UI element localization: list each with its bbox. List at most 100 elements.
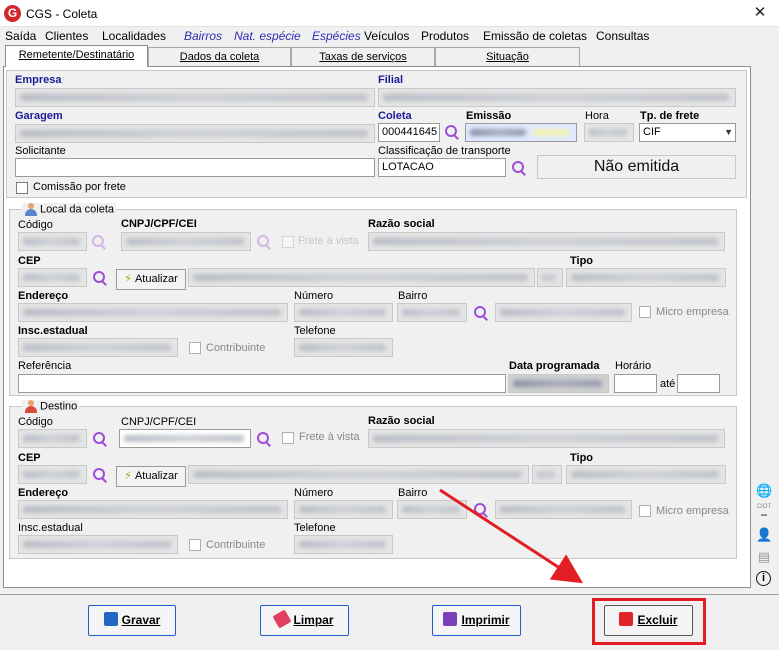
ds-codigo-field[interactable]	[18, 429, 87, 448]
lc-search-cnpj-icon[interactable]	[256, 234, 272, 250]
menu-item-emissao-coletas[interactable]: Emissão de coletas	[483, 29, 587, 43]
lc-ate-label: até	[660, 378, 676, 390]
imprimir-button[interactable]: Imprimir	[432, 605, 521, 636]
ds-endereco-field[interactable]	[18, 500, 288, 519]
ds-atualizar-button[interactable]: ⚡ Atualizar	[116, 466, 186, 487]
close-icon[interactable]: ✕	[748, 3, 772, 23]
lc-search-bairro-icon[interactable]	[473, 305, 489, 321]
ds-contribuinte-checkbox[interactable]	[189, 539, 201, 551]
menu-item-veiculos[interactable]: Veículos	[364, 29, 409, 43]
ds-cep-field[interactable]	[18, 465, 87, 484]
comissao-label: Comissão por frete	[33, 181, 126, 193]
lc-data-programada-field[interactable]	[508, 374, 609, 393]
lc-frete-vista-checkbox[interactable]	[282, 236, 294, 248]
filial-label: Filial	[378, 74, 404, 86]
ds-numero-field[interactable]	[294, 500, 393, 519]
lc-insc-label: Insc.estadual	[18, 325, 88, 337]
ds-tipo-field[interactable]	[566, 465, 726, 484]
lc-numero-field[interactable]	[294, 303, 393, 322]
ds-razao-label: Razão social	[368, 415, 435, 427]
lc-contribuinte-checkbox[interactable]	[189, 342, 201, 354]
lc-horario-fim-input[interactable]	[677, 374, 720, 393]
ds-razao-field[interactable]	[368, 429, 725, 448]
menu-item-nat-especie[interactable]: Nat. espécie	[234, 29, 301, 43]
ciot-icon[interactable]: CIOT ▬	[756, 503, 772, 519]
ds-contribuinte-label: Contribuinte	[206, 539, 266, 551]
ds-search-bairro-icon[interactable]	[473, 502, 489, 518]
ds-telefone-field[interactable]	[294, 535, 393, 554]
menu-bar: Saída Clientes Localidades Bairros Nat. …	[0, 27, 779, 45]
local-coleta-legend: Local da coleta	[22, 203, 116, 216]
lc-cidade-field[interactable]	[188, 268, 535, 287]
classificacao-field[interactable]: LOTACAO	[378, 158, 506, 177]
lc-telefone-field[interactable]	[294, 338, 393, 357]
ds-insc-label: Insc.estadual	[18, 522, 83, 534]
lc-endereco-field[interactable]	[18, 303, 288, 322]
tab-taxas-servicos[interactable]: Taxas de serviços	[291, 47, 435, 67]
lc-bairro-field[interactable]	[397, 303, 467, 322]
coleta-label: Coleta	[378, 110, 412, 122]
ds-micro-empresa-label: Micro empresa	[656, 505, 729, 517]
tab-situacao[interactable]: Situação	[435, 47, 580, 67]
ds-search-cep-icon[interactable]	[92, 467, 108, 483]
ds-micro-empresa-checkbox[interactable]	[639, 505, 651, 517]
ds-search-codigo-icon[interactable]	[92, 431, 108, 447]
solicitante-input[interactable]	[15, 158, 375, 177]
lc-razao-field[interactable]	[368, 232, 725, 251]
gravar-button[interactable]: Gravar	[88, 605, 176, 636]
empresa-label: Empresa	[15, 74, 62, 86]
lc-insc-field[interactable]	[18, 338, 178, 357]
lc-cep-field[interactable]	[18, 268, 87, 287]
comissao-checkbox[interactable]	[16, 182, 28, 194]
menu-item-consultas[interactable]: Consultas	[596, 29, 649, 43]
globe-icon[interactable]: 🌐	[756, 483, 772, 499]
lc-codigo-label: Código	[18, 219, 53, 231]
ds-uf-field[interactable]	[532, 465, 562, 484]
menu-item-clientes[interactable]: Clientes	[45, 29, 88, 43]
menu-item-bairros[interactable]: Bairros	[184, 29, 222, 43]
ds-tipo-label: Tipo	[570, 452, 594, 464]
ds-cidade-field[interactable]	[188, 465, 529, 484]
chevron-down-icon: ▼	[724, 127, 733, 137]
app-logo-icon: G	[4, 5, 21, 22]
menu-item-especies[interactable]: Espécies	[312, 29, 361, 43]
tab-dados-coleta[interactable]: Dados da coleta	[148, 47, 291, 67]
lc-uf-field[interactable]	[537, 268, 563, 287]
search-classificacao-icon[interactable]	[511, 160, 527, 176]
tab-remetente-destinatario[interactable]: Remetente/Destinatário	[5, 45, 148, 67]
info-icon[interactable]: i	[756, 571, 771, 586]
lc-codigo-field[interactable]	[18, 232, 87, 251]
menu-item-produtos[interactable]: Produtos	[421, 29, 469, 43]
printer-icon	[443, 612, 458, 626]
lc-horario-inicio-input[interactable]	[614, 374, 657, 393]
coleta-number-field[interactable]: 000441645	[378, 123, 440, 142]
lc-referencia-input[interactable]	[18, 374, 506, 393]
lc-atualizar-button[interactable]: ⚡ Atualizar	[116, 269, 186, 290]
driver-icon[interactable]: 👤	[756, 527, 772, 543]
limpar-button[interactable]: Limpar	[260, 605, 349, 636]
menu-item-localidades[interactable]: Localidades	[102, 29, 166, 43]
destino-legend: Destino	[22, 400, 80, 413]
document-icon[interactable]: ▤	[756, 549, 772, 565]
lc-search-cep-icon[interactable]	[92, 270, 108, 286]
empresa-field	[15, 88, 375, 107]
lc-search-codigo-icon[interactable]	[91, 234, 107, 250]
lc-cnpj-field[interactable]	[121, 232, 251, 251]
ds-bairro-name-field[interactable]	[495, 500, 632, 519]
menu-item-saida[interactable]: Saída	[5, 29, 36, 43]
emissao-date-field[interactable]	[465, 123, 577, 142]
solicitante-label: Solicitante	[15, 145, 66, 157]
lc-numero-label: Número	[294, 290, 334, 302]
ds-insc-field[interactable]	[18, 535, 178, 554]
ds-frete-vista-checkbox[interactable]	[282, 432, 294, 444]
hora-field[interactable]	[584, 123, 634, 142]
ds-bairro-field[interactable]	[397, 500, 467, 519]
tp-frete-select[interactable]: CIF ▼	[639, 123, 736, 142]
lc-tipo-field[interactable]	[566, 268, 726, 287]
lc-micro-empresa-checkbox[interactable]	[639, 306, 651, 318]
ds-cnpj-field[interactable]	[119, 429, 251, 448]
ds-search-cnpj-icon[interactable]	[256, 431, 272, 447]
ds-endereco-label: Endereço	[18, 487, 69, 499]
lc-bairro-name-field[interactable]	[495, 303, 632, 322]
search-coleta-icon[interactable]	[444, 124, 460, 140]
